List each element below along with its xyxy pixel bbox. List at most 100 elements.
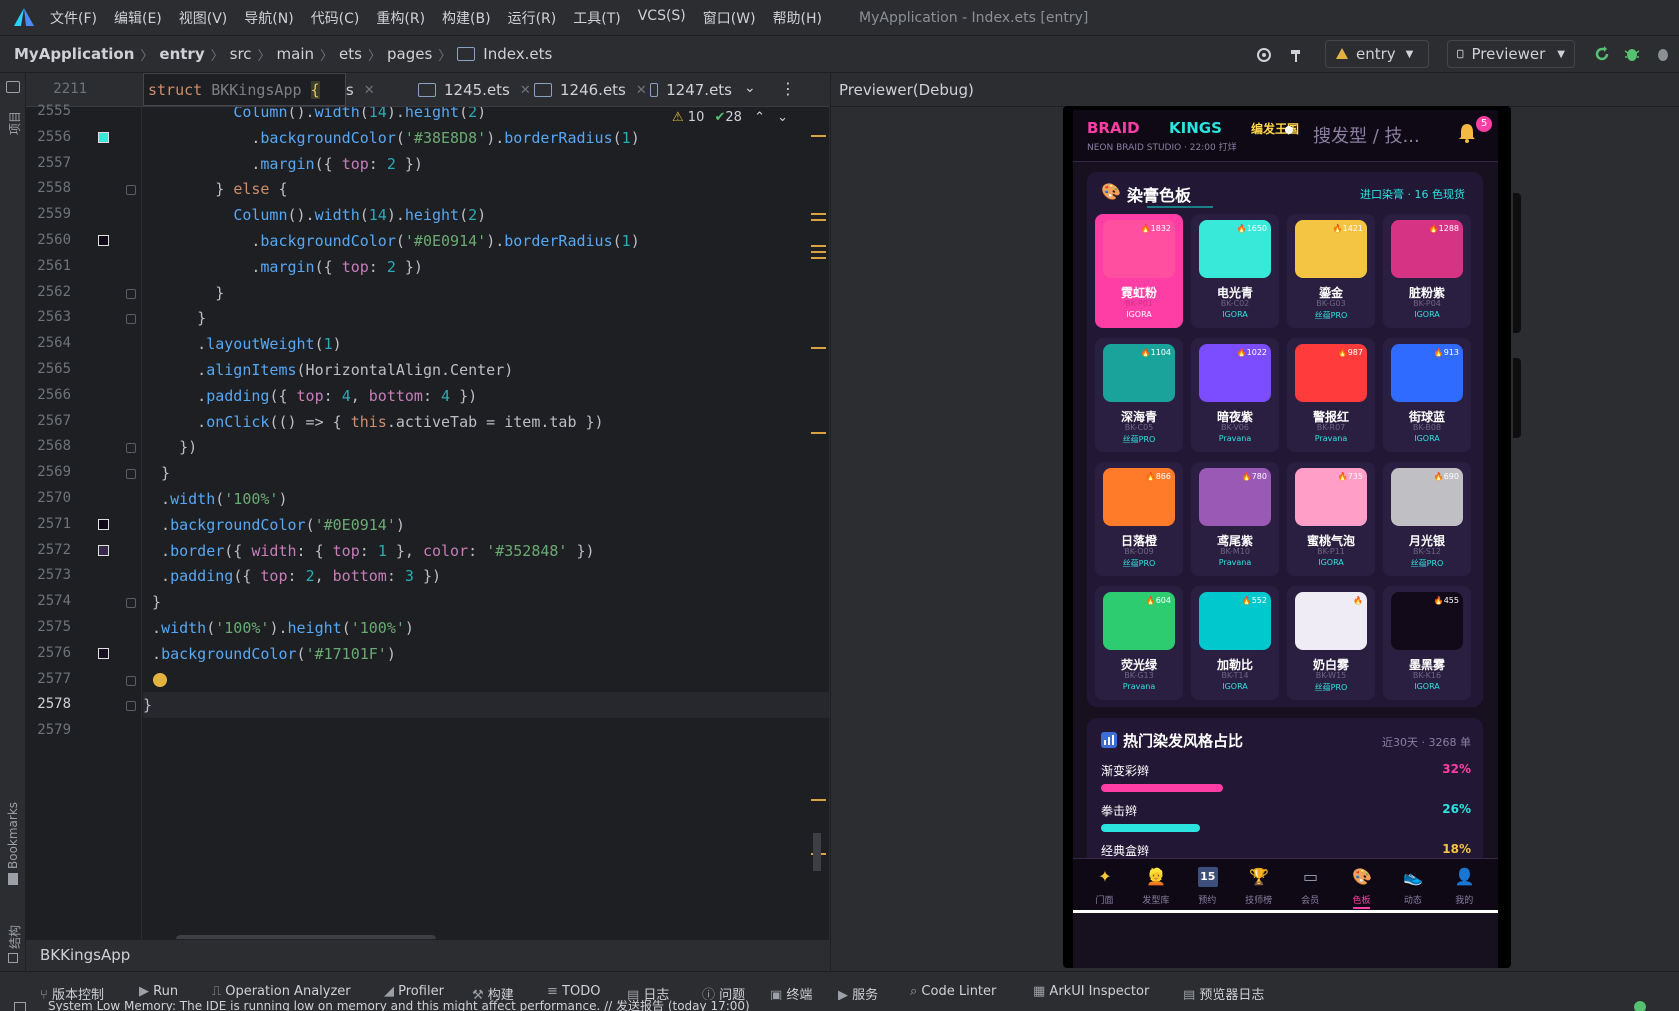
code-line[interactable]: Column().width(14).height(2) [143,202,486,228]
search-input[interactable]: 搜发型 / 技... [1313,122,1420,148]
warning-mark[interactable] [811,432,826,434]
code-line[interactable]: .padding({ top: 4, bottom: 4 }) [143,383,477,409]
warning-mark[interactable] [811,245,826,247]
code-line[interactable]: .backgroundColor('#38E8D8').borderRadius… [143,125,639,151]
code-line[interactable]: } [143,692,152,718]
code-line[interactable]: .padding({ top: 2, bottom: 3 }) [143,563,441,589]
more-options-icon[interactable]: ⋮ [780,79,796,98]
status-toggle-icon[interactable] [14,1002,26,1011]
fold-marker-icon[interactable] [126,469,136,480]
tab-trophy[interactable]: 🏆 技师榜 [1233,859,1284,911]
breadcrumb-pages[interactable]: pages [387,45,432,63]
tool-inspector[interactable]: ▦ ArkUI Inspector [1033,984,1149,999]
code-line[interactable]: .layoutWeight(1) [143,331,342,357]
bookmarks-tool-label[interactable]: Bookmarks [6,802,20,869]
menu-item-6[interactable]: 构建(B) [442,8,491,28]
fold-marker-icon[interactable] [126,443,136,454]
code-line[interactable]: } else { [143,176,287,202]
code-line[interactable]: } [143,305,206,331]
inspection-widget[interactable]: ⚠ 10 ✔28 ⌃ ⌄ [672,110,788,125]
warning-mark[interactable] [811,251,826,253]
code-line[interactable]: .backgroundColor('#0E0914') [143,512,405,538]
menu-item-2[interactable]: 视图(V) [179,8,228,28]
tab-palette[interactable]: 🎨 色板 [1336,859,1387,911]
tool-linter[interactable]: ⌕ Code Linter [910,984,996,999]
code-line[interactable]: }) [143,434,197,460]
tool-todo[interactable]: ≡ TODO [547,984,600,999]
prev-highlight-icon[interactable]: ⌃ [754,110,765,125]
color-card[interactable]: 🔥1288 脏粉紫 BK-P04 IGORA [1383,214,1471,328]
fold-marker-icon[interactable] [126,288,136,299]
color-card[interactable]: 🔥604 荧光绿 BK-G13 Pravana [1095,586,1183,700]
bell-icon[interactable] [1457,122,1477,144]
structure-tool-label[interactable]: 结构 [6,925,23,949]
breadcrumb-project[interactable]: MyApplication [14,45,134,63]
color-card[interactable]: 🔥735 蜜桃气泡 BK-P11 IGORA [1287,462,1375,576]
fold-marker-icon[interactable] [126,598,136,609]
code-area[interactable]: Column().width(14).height(2) .background… [143,107,829,939]
debug-icon[interactable] [1623,45,1641,63]
tool-profiler[interactable]: ◢ Profiler [384,984,444,999]
color-card[interactable]: 🔥1022 暗夜紫 BK-V06 Pravana [1191,338,1279,452]
attach-debug-icon[interactable] [1654,45,1672,63]
tab-hair[interactable]: 👱 发型库 [1130,859,1181,911]
reload-icon[interactable] [1593,45,1611,63]
fold-marker-icon[interactable] [126,701,136,712]
color-swatch-icon[interactable] [98,647,109,659]
editor-tab-1246[interactable]: 1246.ets ✕ [534,73,647,107]
color-card[interactable]: 🔥1650 电光青 BK-C02 IGORA [1191,214,1279,328]
warning-mark[interactable] [811,135,826,137]
vertical-scrollbar[interactable] [813,833,821,871]
code-line[interactable]: Column().width(14).height(2) [143,107,486,125]
breadcrumb-src[interactable]: src [230,45,252,63]
breadcrumb-file[interactable]: Index.ets [483,45,552,63]
menu-item-10[interactable]: 窗口(W) [703,8,756,28]
color-card[interactable]: 🔥1832 霓虹粉 BK-P01 IGORA [1095,214,1183,328]
warning-mark[interactable] [811,257,826,259]
code-line[interactable]: } [143,460,170,486]
warning-mark[interactable] [811,219,826,221]
color-swatch-icon[interactable] [98,131,109,143]
code-line[interactable]: .margin({ top: 2 }) [143,254,423,280]
hammer-icon[interactable] [1288,46,1306,64]
color-card[interactable]: 🔥780 鸢尾紫 BK-M10 Pravana [1191,462,1279,576]
color-swatch-icon[interactable] [98,544,109,556]
fold-marker-icon[interactable] [126,185,136,196]
code-line[interactable]: } [143,589,161,615]
close-icon[interactable]: ✕ [636,83,647,98]
warning-mark[interactable] [811,347,826,349]
next-highlight-icon[interactable]: ⌄ [777,110,788,125]
color-card[interactable]: 🔥913 街球蓝 BK-B08 IGORA [1383,338,1471,452]
structure-icon[interactable] [8,953,18,963]
color-card[interactable]: 🔥1421 鎏金 BK-G03 丝蕴PRO [1287,214,1375,328]
color-swatch-icon[interactable] [98,235,109,246]
menu-item-3[interactable]: 导航(N) [244,8,293,28]
close-icon[interactable]: ✕ [520,83,531,98]
code-line[interactable]: .width('100%') [143,486,287,512]
tab-sneaker[interactable]: 👟 动态 [1387,859,1438,911]
menu-item-1[interactable]: 编辑(E) [114,8,162,28]
project-tool-label[interactable]: 项目 [6,111,23,135]
sticky-scroll-header[interactable]: 2211 struct BKKingsApp { [53,73,346,106]
status-message[interactable]: System Low Memory: The IDE is running lo… [48,1000,750,1011]
code-line[interactable]: .border({ width: { top: 1 }, color: '#35… [143,538,595,564]
fold-marker-icon[interactable] [126,675,136,686]
code-line[interactable]: } [143,280,224,306]
breadcrumb-module[interactable]: entry [159,45,204,63]
tab-card[interactable]: ▭ 会员 [1285,859,1336,911]
menu-item-0[interactable]: 文件(F) [50,8,97,28]
project-folder-icon[interactable] [6,81,20,93]
menu-item-9[interactable]: VCS(S) [638,8,686,28]
color-card[interactable]: 🔥552 加勒比 BK-T14 IGORA [1191,586,1279,700]
menu-item-4[interactable]: 代码(C) [311,8,360,28]
code-line[interactable]: .backgroundColor('#0E0914').borderRadius… [143,228,639,254]
color-swatch-icon[interactable] [98,518,109,530]
color-card[interactable]: 🔥1104 深海青 BK-C05 丝蕴PRO [1095,338,1183,452]
target-icon[interactable] [1255,46,1273,64]
bookmark-icon[interactable] [8,873,18,885]
code-line[interactable]: .onClick(() => { this.activeTab = item.t… [143,409,603,435]
fold-marker-icon[interactable] [126,314,136,325]
code-line[interactable]: .margin({ top: 2 }) [143,151,423,177]
tab-sparkle[interactable]: ✦ 门面 [1079,859,1130,911]
breadcrumb-ets[interactable]: ets [339,45,362,63]
